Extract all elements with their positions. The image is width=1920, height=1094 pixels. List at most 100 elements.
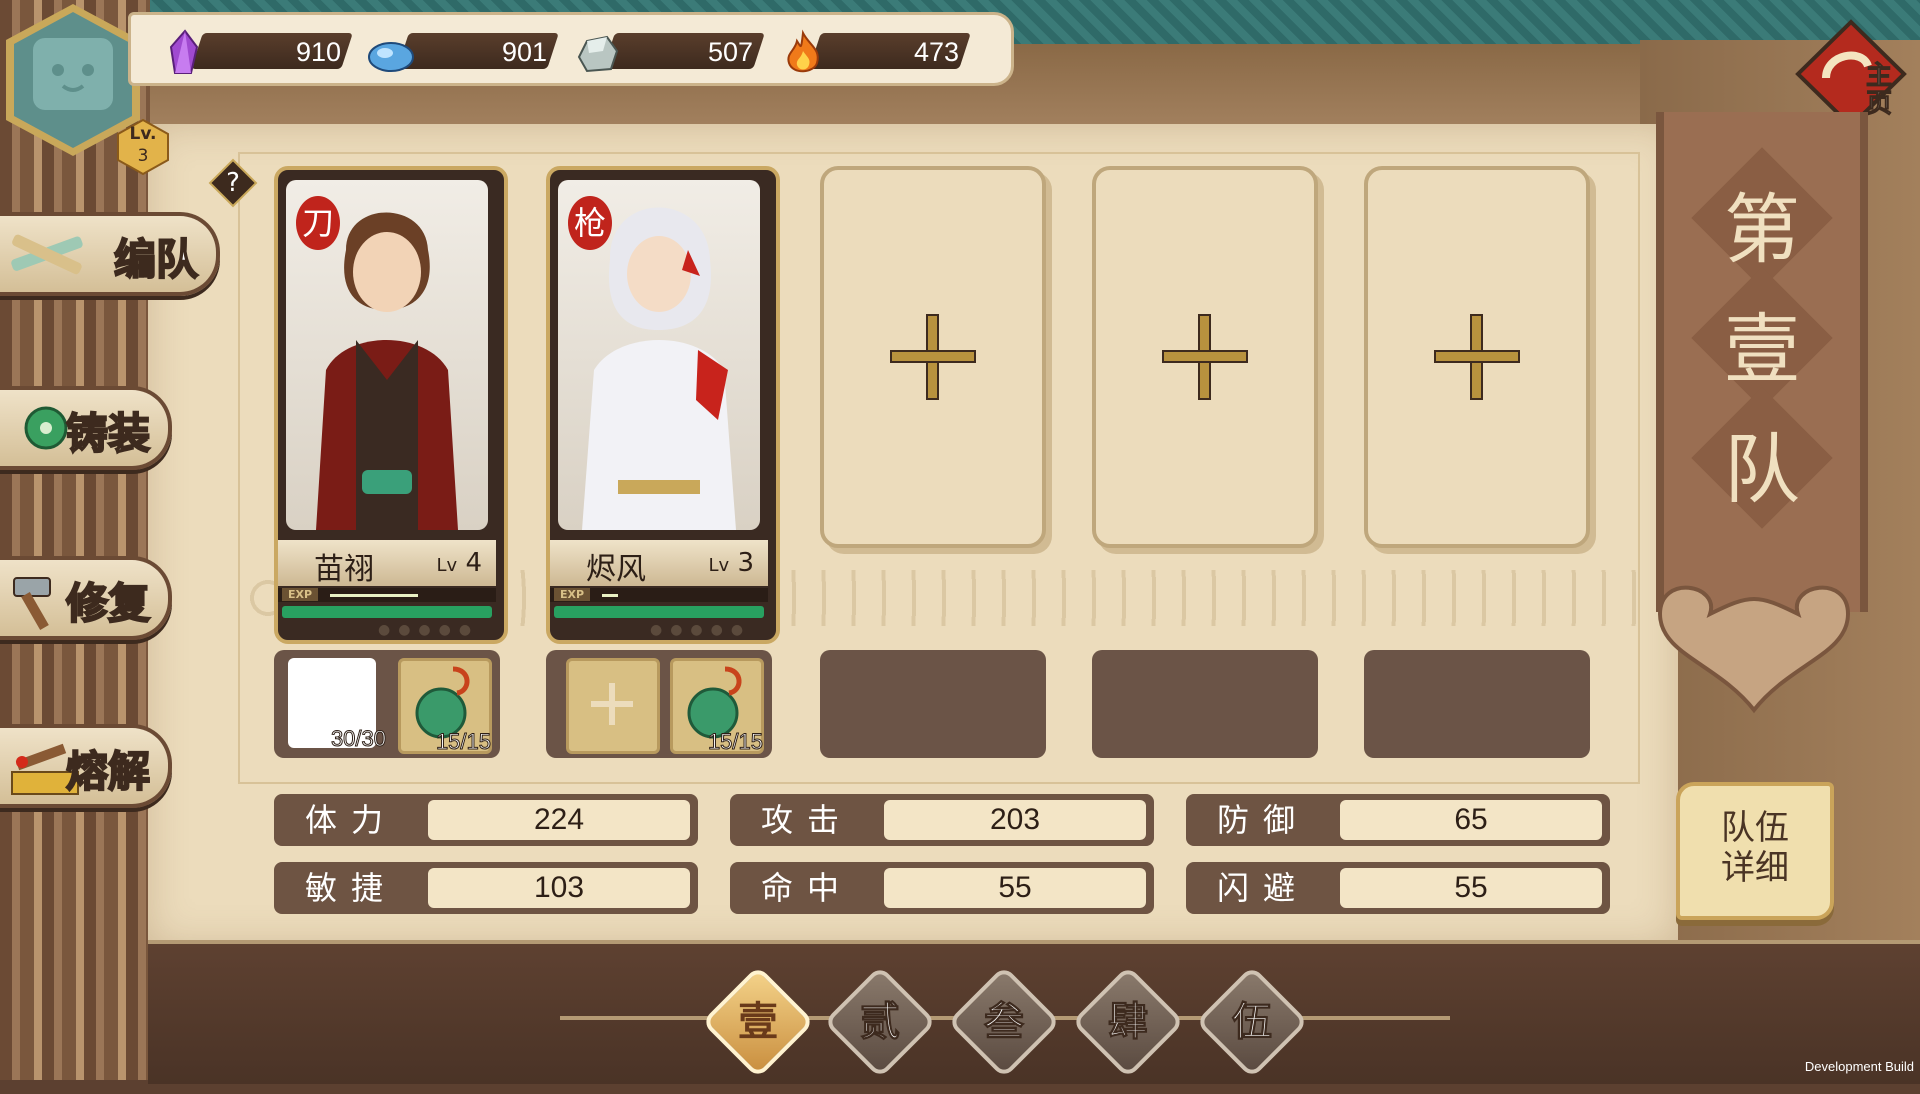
formation-icon: [11, 234, 83, 275]
character-card-2[interactable]: 枪 烬风 Lv 3 EXP ●●●●●: [546, 166, 780, 644]
stat-value: 103: [428, 868, 690, 908]
exp-fill: [330, 594, 418, 597]
team-tab-label: 壹: [738, 998, 778, 1045]
level-value: 3: [137, 146, 149, 166]
equipment-slot-blank[interactable]: 30/30: [288, 658, 387, 752]
stat-attack: 攻击 203: [730, 794, 1154, 846]
team-detail-line1: 队伍: [1721, 808, 1789, 848]
resource-bar: 910 901 507 473: [128, 12, 1014, 86]
menu-label: 修复: [65, 578, 151, 629]
stat-agility: 敏捷 103: [274, 862, 698, 914]
add-icon: [1436, 316, 1518, 398]
menu-forge-button[interactable]: 铸装: [0, 386, 172, 470]
menu-label: 铸装: [65, 408, 151, 459]
character-level: Lv 4: [436, 548, 483, 578]
level-badge: Lv. 3: [114, 118, 172, 176]
equipment-slot-charm[interactable]: 15/15: [398, 658, 492, 755]
equipment-row-5: [1364, 650, 1590, 758]
exp-fill: [602, 594, 618, 597]
resource-stone: 507: [573, 29, 765, 73]
star-dots: ●●●●●: [650, 622, 752, 638]
blue-crystal-icon: [368, 42, 414, 72]
equipment-row-1: 30/30 15/15: [274, 650, 500, 758]
stat-evasion: 闪避 55: [1186, 862, 1610, 914]
hp-bar: [282, 606, 492, 618]
equipment-slot-charm[interactable]: 15/15: [670, 658, 764, 755]
flame-icon: [787, 29, 819, 73]
team-tab-label: 伍: [1231, 997, 1272, 1045]
menu-formation-button[interactable]: 编队: [0, 212, 220, 296]
help-label: ?: [226, 168, 240, 198]
empty-character-slot-5[interactable]: [1364, 166, 1590, 548]
resource-value: 901: [501, 37, 547, 67]
resource-value: 507: [707, 37, 753, 67]
resource-value: 910: [295, 37, 341, 67]
empty-character-slot-3[interactable]: [820, 166, 1046, 548]
stat-label: 防御: [1216, 801, 1309, 839]
banner-char: 队: [1724, 425, 1800, 514]
stat-defense: 防御 65: [1186, 794, 1610, 846]
team-name-banner: 第 壹 队: [1656, 112, 1868, 612]
stat-accuracy: 命中 55: [730, 862, 1154, 914]
name-plate: 苗祤 Lv 4: [278, 540, 496, 587]
add-icon: [892, 316, 974, 398]
equipment-count: 15/15: [435, 729, 491, 755]
stat-label: 闪避: [1216, 869, 1309, 907]
resource-blue-crystal: 901: [367, 29, 559, 72]
character-name: 苗祤: [314, 552, 374, 587]
team-detail-line2: 详细: [1721, 848, 1789, 888]
stat-value: 55: [1340, 868, 1602, 908]
banner-scroll-ornament: [1657, 585, 1851, 714]
menu-label: 熔解: [65, 746, 151, 797]
exp-label: EXP: [282, 588, 319, 601]
equipment-count: 15/15: [707, 729, 763, 755]
menu-repair-button[interactable]: 修复: [0, 556, 172, 640]
stat-value: 65: [1340, 800, 1602, 840]
resource-flame: 473: [779, 29, 971, 73]
exp-bar: EXP: [278, 588, 496, 602]
weapon-type-stamp: 枪: [568, 196, 612, 250]
help-button[interactable]: ?: [208, 158, 258, 208]
team-detail-button[interactable]: 队伍 详细: [1676, 782, 1834, 920]
equipment-row-3: [820, 650, 1046, 758]
stat-value: 55: [884, 868, 1146, 908]
development-build-label: Development Build: [1804, 1059, 1914, 1074]
stat-value: 224: [428, 800, 690, 840]
character-portrait: 刀: [286, 180, 488, 530]
team-tab-label: 肆: [1107, 997, 1148, 1045]
name-plate: 烬风 Lv 3: [550, 540, 768, 587]
purple-crystal-icon: [169, 29, 199, 74]
stat-label: 体力: [304, 801, 397, 839]
equipment-row-4: [1092, 650, 1318, 758]
exp-bar: EXP: [550, 588, 768, 602]
stat-label: 攻击: [760, 801, 853, 839]
resource-value: 473: [913, 37, 959, 67]
star-dots: ●●●●●: [378, 622, 480, 638]
team-tab-label: 贰: [859, 997, 900, 1045]
stone-icon: [577, 35, 619, 73]
empty-character-slot-4[interactable]: [1092, 166, 1318, 548]
home-label: 主页: [1866, 61, 1893, 119]
add-equipment-button[interactable]: [566, 658, 660, 754]
banner-char: 第: [1724, 185, 1800, 274]
resource-purple-crystal: 910: [161, 29, 353, 74]
team-tab-label: 叁: [983, 997, 1024, 1045]
hp-bar: [554, 606, 764, 618]
equipment-row-2: 15/15: [546, 650, 772, 758]
stat-hp: 体力 224: [274, 794, 698, 846]
character-portrait: 枪: [558, 180, 760, 530]
exp-label: EXP: [554, 588, 591, 601]
level-label: Lv.: [129, 124, 157, 144]
stat-label: 命中: [760, 869, 853, 907]
banner-char: 壹: [1724, 305, 1800, 394]
stat-value: 203: [884, 800, 1146, 840]
menu-label: 编队: [113, 234, 199, 285]
character-card-1[interactable]: 刀 苗祤 Lv 4 EXP ●●●●●: [274, 166, 508, 644]
weapon-type-stamp: 刀: [296, 196, 340, 250]
stat-label: 敏捷: [304, 869, 397, 907]
add-icon: [1164, 316, 1246, 398]
character-name: 烬风: [586, 552, 646, 587]
menu-smelt-button[interactable]: 熔解: [0, 724, 172, 808]
equipment-count: 30/30: [330, 726, 386, 752]
character-level: Lv 3: [708, 548, 755, 578]
